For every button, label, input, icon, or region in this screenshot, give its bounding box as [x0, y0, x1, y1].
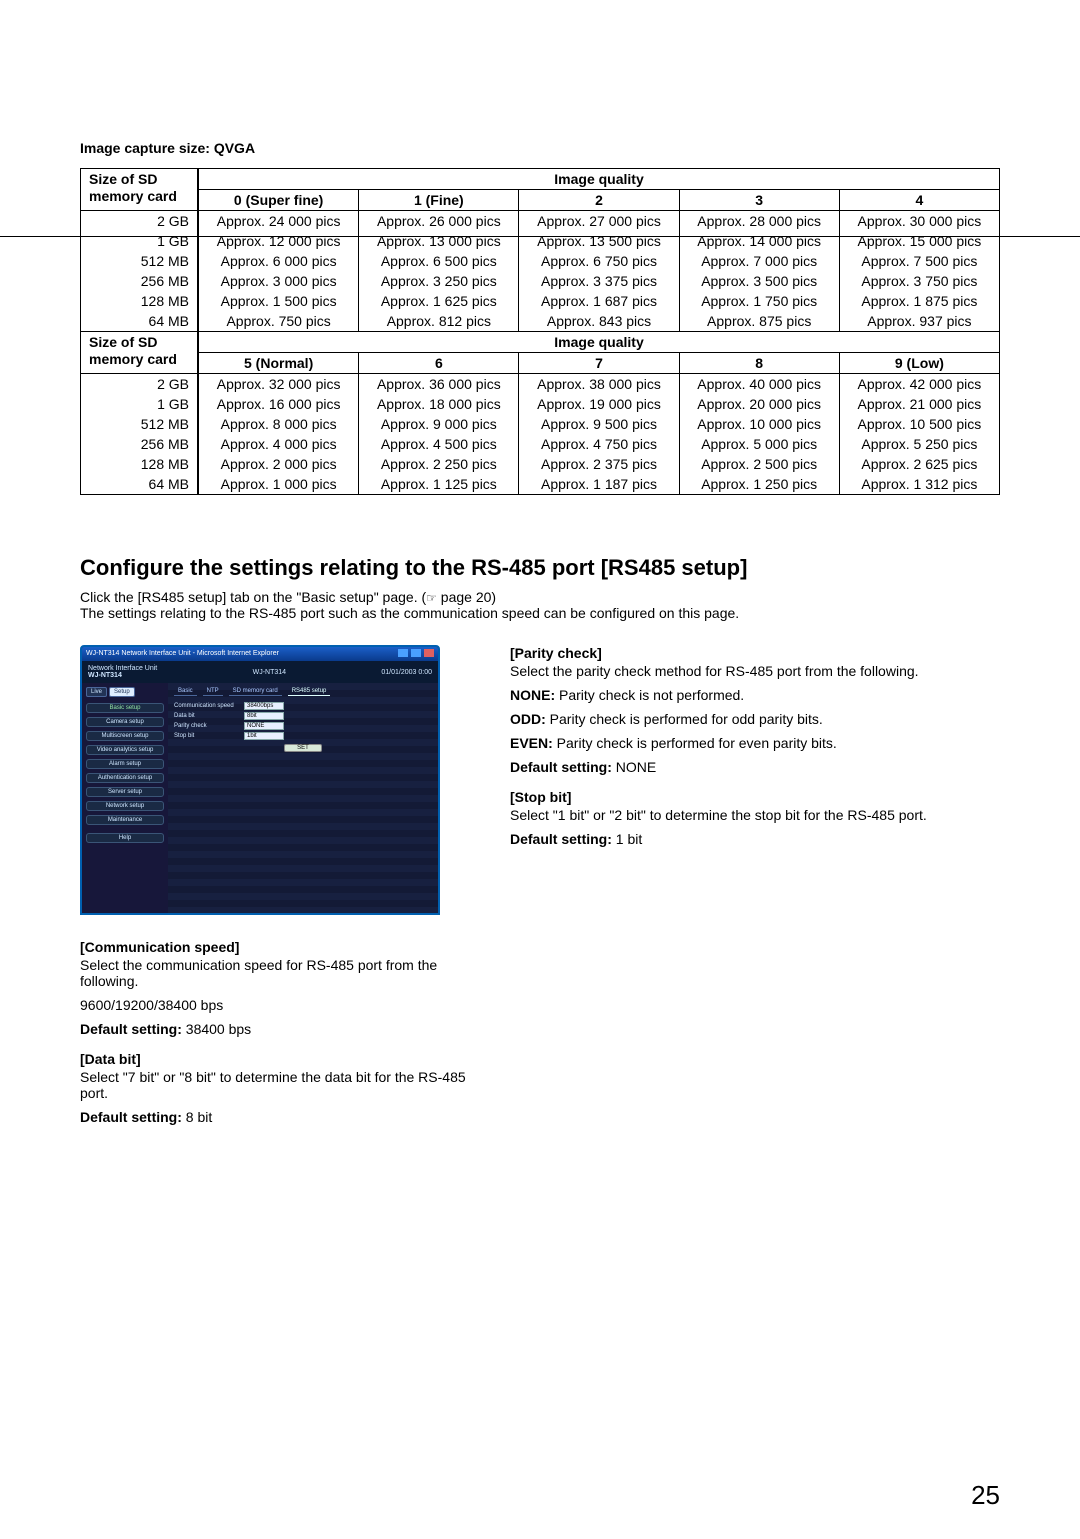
rs485-screenshot: WJ-NT314 Network Interface Unit - Micros…: [80, 645, 440, 915]
table-row: 1 GB: [81, 231, 199, 251]
qvga-table-1: Size of SD memory card Image quality 0 (…: [80, 168, 1000, 495]
t2-hdr-iq: Image quality: [198, 332, 1000, 353]
stopbit-default-value: 1 bit: [612, 831, 642, 847]
table-row: 2 GB: [81, 374, 199, 395]
t2-qcol-2: 7: [519, 353, 679, 374]
parity-odd-text: Parity check is performed for odd parity…: [546, 711, 823, 727]
form-databit-select[interactable]: 8bit: [244, 712, 284, 720]
sidebar-item-alarm-setup[interactable]: Alarm setup: [86, 759, 164, 769]
close-icon[interactable]: [424, 649, 434, 657]
window-title: WJ-NT314 Network Interface Unit - Micros…: [86, 647, 279, 661]
form-stopbit-select[interactable]: 1bit: [244, 732, 284, 740]
table-row: 512 MB: [81, 414, 199, 434]
main-tab-rs485[interactable]: RS485 setup: [288, 687, 331, 696]
form-comm-select[interactable]: 38400bps: [244, 702, 284, 710]
parity-default-value: NONE: [612, 759, 656, 775]
comm-speed-values: 9600/19200/38400 bps: [80, 997, 480, 1013]
sidebar-item-server-setup[interactable]: Server setup: [86, 787, 164, 797]
sidebar-item-multiscreen-setup[interactable]: Multiscreen setup: [86, 731, 164, 741]
main-tab-ntp[interactable]: NTP: [203, 687, 223, 696]
pointer-icon: ☞: [426, 591, 437, 605]
rs485-heading: Configure the settings relating to the R…: [80, 555, 1000, 581]
hdr2-left1: Network Interface Unit: [88, 665, 157, 672]
parity-odd-label: ODD:: [510, 711, 546, 727]
t1-qcol-3: 3: [679, 190, 839, 211]
top-divider: [0, 236, 1080, 237]
table-row: 1 GB: [81, 394, 199, 414]
databit-text: Select "7 bit" or "8 bit" to determine t…: [80, 1069, 480, 1101]
maximize-icon[interactable]: [411, 649, 421, 657]
t2-qcol-1: 6: [359, 353, 519, 374]
t2-qcol-3: 8: [679, 353, 839, 374]
minimize-icon[interactable]: [398, 649, 408, 657]
parity-text: Select the parity check method for RS-48…: [510, 663, 1000, 679]
table-row: 64 MB: [81, 474, 199, 495]
databit-heading: [Data bit]: [80, 1051, 480, 1067]
parity-even-text: Parity check is performed for even parit…: [553, 735, 837, 751]
main-tab-sd[interactable]: SD memory card: [229, 687, 282, 696]
tab-setup[interactable]: Setup: [109, 687, 135, 697]
comm-default-label: Default setting:: [80, 1021, 182, 1037]
intro-text: Click the [RS485 setup] tab on the "Basi…: [80, 589, 1000, 621]
comm-default-value: 38400 bps: [182, 1021, 251, 1037]
table-row: 256 MB: [81, 434, 199, 454]
t1-hdr-size-l1: Size of SD: [89, 171, 157, 187]
form-comm-label: Communication speed: [174, 703, 244, 709]
stopbit-text: Select "1 bit" or "2 bit" to determine t…: [510, 807, 1000, 823]
t1-hdr-size-l2: memory card: [89, 188, 177, 204]
t2-hdr-size-l1: Size of SD: [89, 334, 157, 350]
databit-default-value: 8 bit: [182, 1109, 212, 1125]
table-row: 64 MB: [81, 311, 199, 332]
sidebar-item-auth-setup[interactable]: Authentication setup: [86, 773, 164, 783]
sidebar-item-help[interactable]: Help: [86, 833, 164, 843]
window-buttons: [397, 647, 434, 661]
t2-hdr-size-l2: memory card: [89, 351, 177, 367]
set-button[interactable]: SET: [284, 744, 322, 752]
t1-qcol-1: 1 (Fine): [359, 190, 519, 211]
sidebar-item-network-setup[interactable]: Network setup: [86, 801, 164, 811]
hdr2-center: WJ-NT314: [253, 669, 286, 676]
t1-qcol-4: 4: [839, 190, 999, 211]
sidebar-item-camera-setup[interactable]: Camera setup: [86, 717, 164, 727]
sidebar-item-video-analytics[interactable]: Video analytics setup: [86, 745, 164, 755]
qvga-heading: Image capture size: QVGA: [80, 140, 1000, 156]
table-row: 256 MB: [81, 271, 199, 291]
tab-live[interactable]: Live: [86, 687, 107, 697]
stopbit-heading: [Stop bit]: [510, 789, 1000, 805]
parity-none-text: Parity check is not performed.: [555, 687, 744, 703]
hdr2-right: 01/01/2003 0:00: [381, 669, 432, 676]
parity-heading: [Parity check]: [510, 645, 1000, 661]
t1-qcol-0: 0 (Super fine): [198, 190, 359, 211]
form-parity-label: Parity check: [174, 723, 244, 729]
t2-qcol-0: 5 (Normal): [198, 353, 359, 374]
table-row: 128 MB: [81, 291, 199, 311]
comm-speed-text: Select the communication speed for RS-48…: [80, 957, 480, 989]
t2-qcol-4: 9 (Low): [839, 353, 999, 374]
form-parity-select[interactable]: NONE: [244, 722, 284, 730]
t1-hdr-iq: Image quality: [198, 169, 1000, 190]
hdr2-left2: WJ-NT314: [88, 672, 122, 679]
form-stopbit-label: Stop bit: [174, 733, 244, 739]
table-row: 128 MB: [81, 454, 199, 474]
main-tab-basic[interactable]: Basic: [174, 687, 197, 696]
table-row: 512 MB: [81, 251, 199, 271]
page-number: 25: [971, 1480, 1000, 1511]
sidebar-item-maintenance[interactable]: Maintenance: [86, 815, 164, 825]
comm-speed-heading: [Communication speed]: [80, 939, 480, 955]
stopbit-default-label: Default setting:: [510, 831, 612, 847]
parity-default-label: Default setting:: [510, 759, 612, 775]
table-row: 2 GB: [81, 211, 199, 232]
databit-default-label: Default setting:: [80, 1109, 182, 1125]
parity-even-label: EVEN:: [510, 735, 553, 751]
form-databit-label: Data bit: [174, 713, 244, 719]
t1-qcol-2: 2: [519, 190, 679, 211]
parity-none-label: NONE:: [510, 687, 555, 703]
sidebar-item-basic-setup[interactable]: Basic setup: [86, 703, 164, 713]
